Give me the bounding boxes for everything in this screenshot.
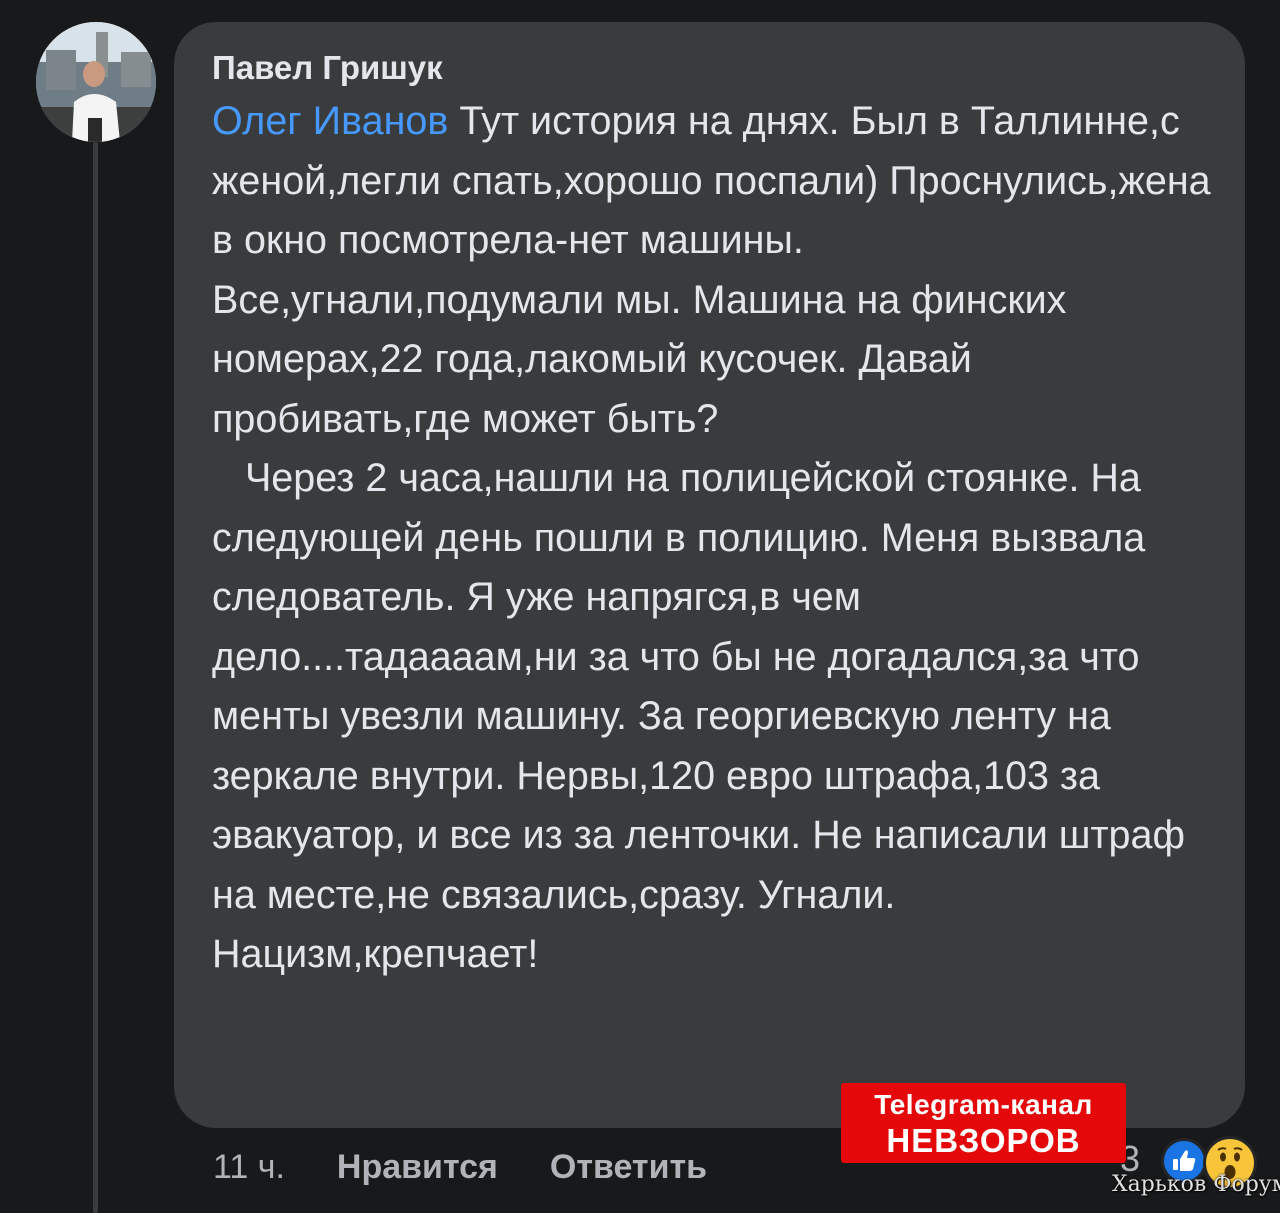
comment-body: Тут история на днях. Был в Таллинне,с же… xyxy=(212,99,1211,976)
comment-bubble: Павел Гришук Олег Иванов Тут история на … xyxy=(174,22,1245,1128)
comment-screen: Павел Гришук Олег Иванов Тут история на … xyxy=(0,0,1280,1213)
like-button[interactable]: Нравится xyxy=(337,1148,498,1187)
avatar-photo xyxy=(36,22,156,142)
reply-thread-line xyxy=(93,142,98,1213)
reply-button[interactable]: Ответить xyxy=(550,1148,707,1187)
badge-line-2: НЕВЗОРОВ xyxy=(886,1122,1081,1159)
comment-actions: 11 ч. Нравится Ответить xyxy=(213,1142,759,1192)
mention-link[interactable]: Олег Иванов xyxy=(212,99,448,143)
comment-author[interactable]: Павел Гришук xyxy=(212,46,1225,90)
comment-text: Олег Иванов Тут история на днях. Был в Т… xyxy=(212,92,1217,985)
telegram-channel-badge: Telegram-канал НЕВЗОРОВ xyxy=(841,1083,1126,1163)
avatar[interactable] xyxy=(36,22,156,142)
badge-line-1: Telegram-канал xyxy=(874,1089,1093,1120)
comment-timestamp[interactable]: 11 ч. xyxy=(213,1148,285,1187)
watermark: Харьков Форум xyxy=(1112,1172,1280,1197)
